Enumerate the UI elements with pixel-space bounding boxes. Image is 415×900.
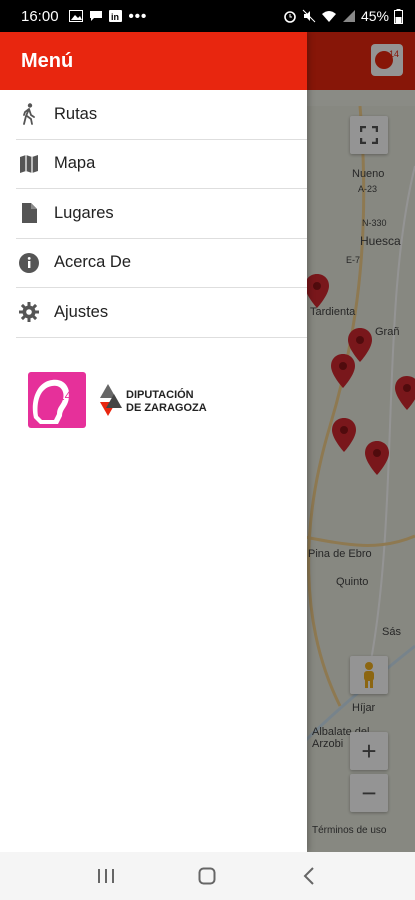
file-icon (18, 202, 40, 224)
menu-item-rutas[interactable]: Rutas (16, 90, 307, 140)
more-notifications-icon: ••• (128, 7, 148, 25)
settings-gear-icon (18, 301, 40, 323)
alarm-icon (284, 11, 296, 23)
menu-item-label: Mapa (54, 154, 96, 173)
svg-text:in: in (111, 12, 119, 22)
signal-icon (342, 10, 355, 22)
menu-item-label: Ajustes (54, 302, 109, 321)
svg-text:14: 14 (58, 389, 72, 403)
chat-icon (89, 11, 102, 21)
info-icon (18, 252, 40, 274)
status-bar: 16:00 in ••• 45% (0, 0, 415, 32)
map-icon (18, 153, 40, 175)
home-button[interactable] (187, 856, 227, 896)
system-nav-bar (0, 852, 415, 900)
menu-item-mapa[interactable]: Mapa (16, 140, 307, 189)
drawer-menu: Rutas Mapa Lugares Acerca De Ajustes (0, 90, 307, 338)
recent-apps-icon (97, 869, 114, 883)
status-time: 16:00 (21, 7, 59, 25)
back-icon (303, 867, 314, 885)
gallery-icon (68, 10, 83, 22)
system-icons: 45% (283, 8, 403, 24)
menu-item-label: Rutas (54, 104, 98, 123)
menu-item-label: Lugares (54, 203, 114, 222)
battery-text: 45% (360, 8, 389, 24)
fundacion-14-abril-logo-icon: 14 (28, 372, 86, 428)
menu-item-label: Acerca De (54, 253, 132, 272)
back-button[interactable] (289, 856, 329, 896)
notification-icons: in ••• (68, 7, 148, 25)
drawer-title: Menú (21, 49, 74, 72)
mute-icon (302, 9, 316, 23)
sponsor-logos: 14 DIPUTACIÓN DE ZARAGOZA (28, 372, 220, 428)
svg-text:DE ZARAGOZA: DE ZARAGOZA (126, 402, 207, 414)
navigation-drawer: Menú Rutas Mapa Lugares Acerca De Ajuste… (0, 32, 307, 852)
menu-item-lugares[interactable]: Lugares (16, 189, 307, 239)
diputacion-zaragoza-logo: DIPUTACIÓN DE ZARAGOZA (100, 384, 207, 416)
battery-icon (394, 8, 403, 24)
menu-item-acerca-de[interactable]: Acerca De (16, 239, 307, 288)
wifi-icon (321, 11, 336, 22)
walk-icon (18, 103, 40, 126)
menu-item-ajustes[interactable]: Ajustes (16, 288, 307, 338)
linkedin-icon: in (108, 10, 122, 22)
svg-text:DIPUTACIÓN: DIPUTACIÓN (126, 388, 194, 401)
home-icon (198, 867, 216, 885)
recent-apps-button[interactable] (86, 856, 126, 896)
drawer-header: Menú (0, 32, 307, 90)
